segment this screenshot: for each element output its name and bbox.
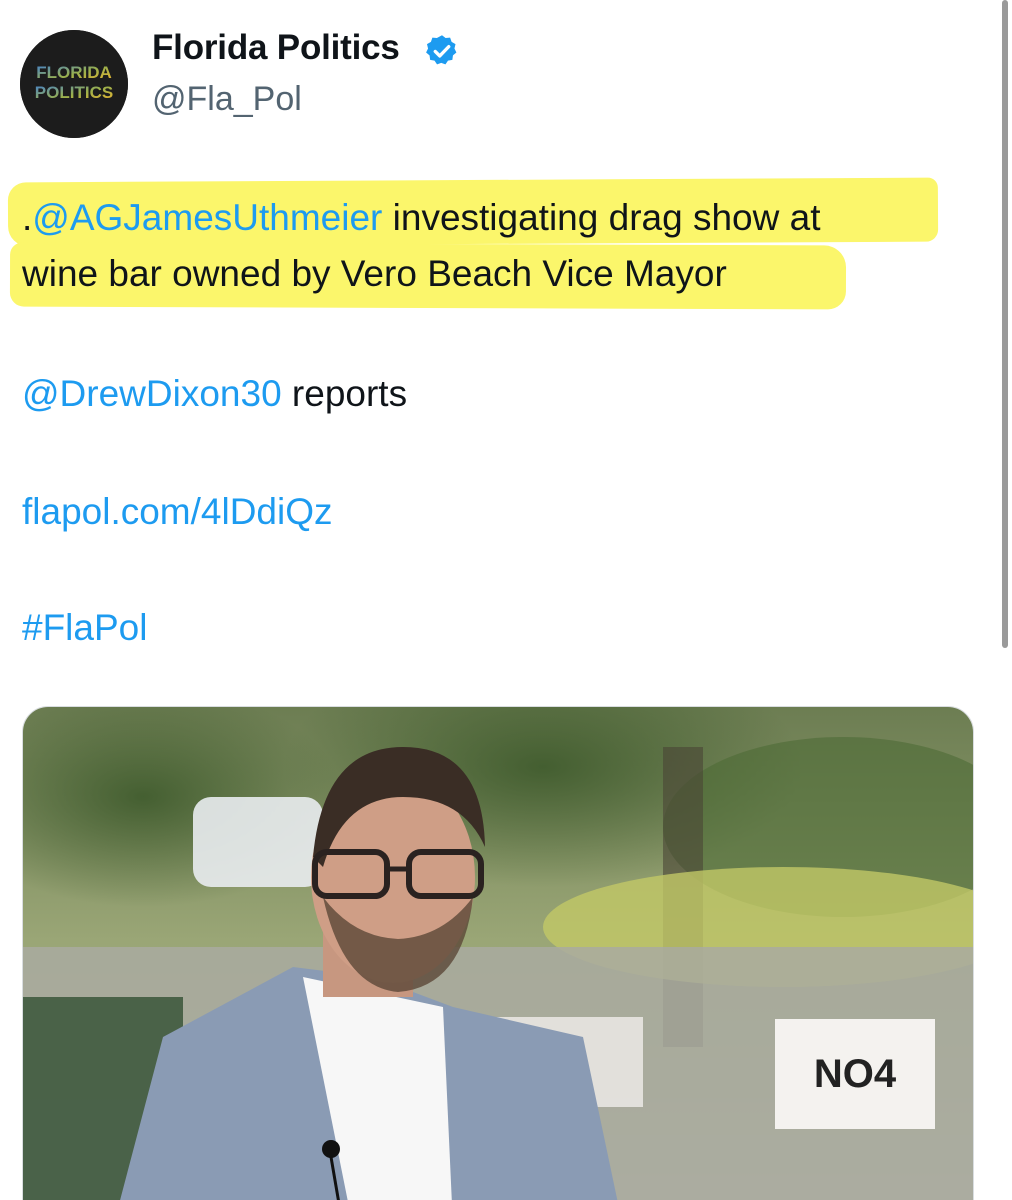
article-link[interactable]: flapol.com/4lDdiQz xyxy=(22,491,333,532)
tweet-text-headline: .@AGJamesUthmeier investigating drag sho… xyxy=(22,190,820,302)
mention-link-ag[interactable]: @AGJamesUthmeier xyxy=(32,197,382,238)
scrollbar-thumb[interactable] xyxy=(1002,0,1008,648)
florida-politics-logo: FLORIDA POLITICS xyxy=(20,30,128,138)
tweet-text-reporter: @DrewDixon30 reports xyxy=(22,366,407,422)
tweet-text-link: flapol.com/4lDdiQz xyxy=(22,484,333,540)
tweet: FLORIDA POLITICS Florida Politics @Fla_P… xyxy=(0,0,1012,1200)
tweet-text-hashtag: #FlaPol xyxy=(22,600,147,656)
author-handle[interactable]: @Fla_Pol xyxy=(152,80,302,119)
news-photo: NO4 xyxy=(23,707,973,1200)
svg-text:FLORIDA: FLORIDA xyxy=(36,63,112,82)
verified-badge-icon[interactable] xyxy=(424,33,460,69)
mention-link-reporter[interactable]: @DrewDixon30 xyxy=(22,373,282,414)
text-reports: reports xyxy=(281,373,408,414)
scrollbar[interactable] xyxy=(1000,0,1012,1200)
svg-text:POLITICS: POLITICS xyxy=(35,83,113,102)
media-image[interactable]: NO4 xyxy=(22,706,974,1200)
author-name[interactable]: Florida Politics xyxy=(152,28,400,68)
text-line1: investigating drag show at xyxy=(382,197,821,238)
hashtag-link[interactable]: #FlaPol xyxy=(22,607,147,648)
text-line2: wine bar owned by Vero Beach Vice Mayor xyxy=(22,253,727,294)
profile-avatar[interactable]: FLORIDA POLITICS xyxy=(20,30,128,138)
text-prefix: . xyxy=(22,197,33,238)
svg-text:NO4: NO4 xyxy=(814,1052,897,1096)
